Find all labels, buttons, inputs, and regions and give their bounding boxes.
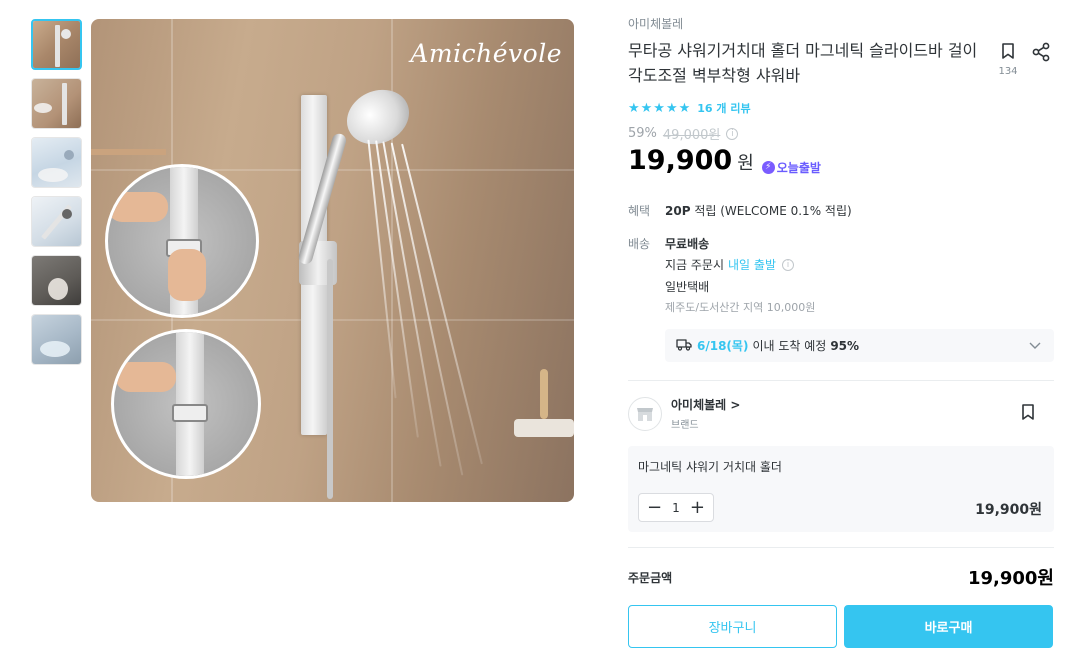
next-day-dispatch: 내일 출발: [728, 258, 776, 272]
thumbnail-list: [31, 19, 82, 373]
discount-row: 59% 49,000원 i: [628, 124, 739, 143]
increase-button[interactable]: +: [690, 498, 705, 517]
bookmark-icon: [1000, 43, 1016, 64]
today-shipping-badge: ⚡ 오늘출발: [761, 159, 821, 176]
option-price: 19,900원: [975, 502, 1042, 518]
add-to-cart-button[interactable]: 장바구니: [628, 605, 837, 648]
sale-price: 19,900: [628, 145, 733, 176]
brand-watermark: Amichévole: [410, 39, 562, 68]
share-button[interactable]: [1031, 42, 1051, 66]
order-total-value: 19,900원: [967, 568, 1054, 589]
info-icon[interactable]: i: [726, 127, 739, 140]
review-count-link[interactable]: 16 개 리뷰: [697, 100, 750, 116]
delivery-label: 배송: [628, 237, 651, 251]
scrap-button[interactable]: 134: [998, 42, 1018, 77]
thumbnail-2[interactable]: [31, 78, 82, 129]
seller-type: 브랜드: [671, 420, 699, 431]
thumbnail-3[interactable]: [31, 137, 82, 188]
thumbnail-6[interactable]: [31, 314, 82, 365]
delivery-method: 일반택배: [665, 280, 710, 294]
seller-row[interactable]: 아미체볼레 > 브랜드: [628, 396, 740, 431]
selected-option: 마그네틱 샤워기 거치대 홀더 − 1 + 19,900원: [628, 446, 1054, 532]
divider: [628, 547, 1054, 548]
arrival-text: 이내 도착 예정: [752, 339, 827, 353]
seller-name[interactable]: 아미체볼레 >: [671, 396, 740, 413]
option-name: 마그네틱 샤워기 거치대 홀더: [638, 460, 782, 474]
arrival-estimate[interactable]: 6/18(목) 이내 도착 예정 95%: [665, 329, 1054, 362]
thumbnail-1[interactable]: [31, 19, 82, 70]
share-icon: [1031, 42, 1051, 66]
seller-logo: [628, 396, 662, 431]
order-total-label: 주문금액: [628, 571, 673, 585]
quantity-value[interactable]: 1: [672, 501, 680, 515]
original-price: 49,000원: [662, 128, 721, 143]
main-product-image[interactable]: Amichévole: [91, 19, 574, 502]
benefit-value: 20P 적립 (WELCOME 0.1% 적립): [665, 202, 852, 219]
scrap-count: 134: [998, 66, 1018, 77]
bookmark-icon: [1020, 404, 1036, 425]
divider: [628, 380, 1054, 381]
lightning-icon: ⚡: [761, 160, 775, 174]
arrival-date: 6/18(목): [697, 339, 749, 353]
discount-rate: 59%: [628, 126, 657, 141]
decrease-button[interactable]: −: [647, 498, 662, 517]
arrival-percent: 95%: [830, 338, 860, 353]
delivery-order-info: 지금 주문시 내일 출발 i: [665, 256, 794, 273]
thumbnail-5[interactable]: [31, 255, 82, 306]
product-title: 무타공 샤워기거치대 홀더 마그네틱 슬라이드바 걸이 각도조절 벽부착형 샤워…: [628, 41, 978, 85]
chevron-down-icon[interactable]: [1028, 338, 1042, 355]
rating-row[interactable]: ★★★★★ 16 개 리뷰: [628, 100, 751, 116]
delivery-note: 제주도/도서산간 지역 10,000원: [665, 301, 816, 314]
star-rating: ★★★★★: [628, 100, 692, 116]
truck-icon: [676, 337, 692, 354]
seller-scrap-button[interactable]: [1020, 403, 1036, 425]
benefit-text: 적립 (WELCOME 0.1% 적립): [694, 204, 852, 218]
delivery-type: 무료배송: [665, 237, 710, 251]
info-icon[interactable]: i: [782, 258, 794, 271]
thumbnail-4[interactable]: [31, 196, 82, 247]
brand-link[interactable]: 아미체볼레: [628, 15, 683, 32]
price-row: 19,900 원 ⚡ 오늘출발: [628, 145, 821, 176]
chevron-right-icon: >: [730, 398, 741, 412]
quantity-stepper: − 1 +: [638, 493, 714, 522]
price-unit: 원: [737, 153, 754, 174]
benefit-points: 20P: [665, 204, 691, 218]
benefit-label: 혜택: [628, 204, 651, 218]
buy-now-button[interactable]: 바로구매: [844, 605, 1053, 648]
